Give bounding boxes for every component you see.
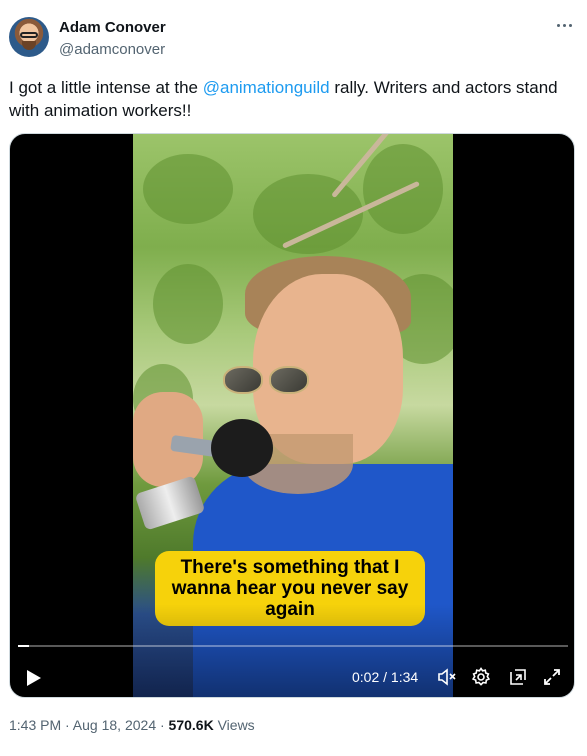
video-time: 0:02 / 1:34	[352, 669, 419, 685]
views-label: Views	[213, 717, 255, 733]
more-icon[interactable]	[554, 18, 574, 32]
tweet-card: Adam Conover @adamconover I got a little…	[0, 0, 587, 756]
video-controls: 0:02 / 1:34	[10, 660, 574, 692]
video-player[interactable]: There's something that I wanna hear you …	[9, 133, 575, 698]
tweet-text-before: I got a little intense at the	[9, 78, 203, 97]
video-progress-fill	[18, 645, 29, 647]
avatar[interactable]	[9, 17, 49, 57]
author-handle[interactable]: @adamconover	[59, 41, 165, 58]
tweet-meta: 1:43 PM · Aug 18, 2024 · 570.6K Views	[9, 717, 255, 733]
views-count: 570.6K	[168, 717, 214, 733]
video-progress-bar[interactable]	[18, 645, 568, 647]
mute-icon[interactable]	[436, 666, 458, 688]
mention-link[interactable]: @animationguild	[203, 78, 330, 97]
tweet-text: I got a little intense at the @animation…	[9, 76, 579, 122]
play-icon[interactable]	[22, 667, 44, 689]
tweet-timestamp[interactable]: 1:43 PM · Aug 18, 2024 ·	[9, 717, 169, 733]
author-name[interactable]: Adam Conover	[59, 19, 166, 36]
picture-in-picture-icon[interactable]	[507, 666, 529, 688]
gear-icon[interactable]	[470, 666, 492, 688]
fullscreen-icon[interactable]	[541, 666, 563, 688]
